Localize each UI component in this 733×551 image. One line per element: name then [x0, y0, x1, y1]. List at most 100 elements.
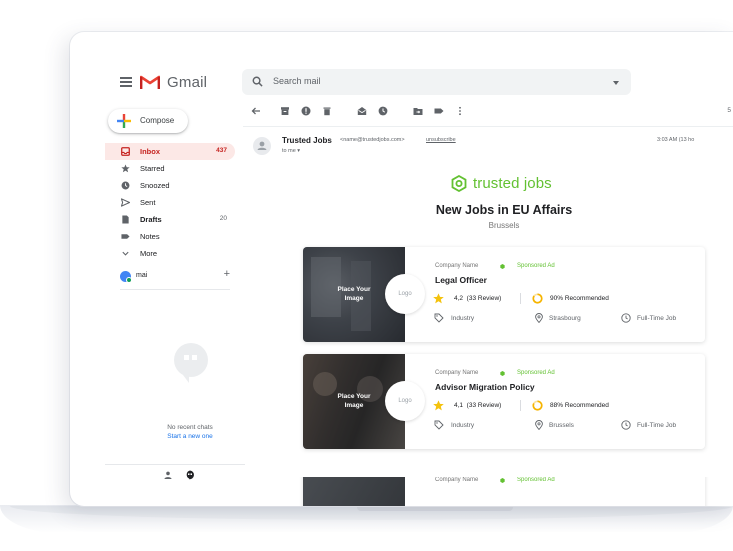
- job-industry: Industry: [451, 315, 475, 322]
- compose-button[interactable]: Compose: [108, 109, 188, 133]
- search-input[interactable]: Search mail: [242, 69, 631, 95]
- sidebar-item-drafts[interactable]: Drafts 20: [105, 211, 235, 228]
- draft-icon: [122, 215, 129, 224]
- more-options-icon[interactable]: [455, 106, 465, 116]
- brand-logo: trusted jobs: [451, 173, 552, 193]
- delete-icon[interactable]: [322, 106, 332, 116]
- sidebar-item-label: Drafts: [140, 215, 162, 224]
- sidebar-item-more[interactable]: More: [105, 245, 235, 262]
- rating-separator: [520, 400, 521, 411]
- compose-plus-icon: [117, 114, 131, 128]
- recommend-ring-icon: [532, 293, 543, 304]
- job-card[interactable]: Place Your Image Logo Company Name Spons…: [303, 247, 705, 342]
- add-contact-icon[interactable]: +: [224, 268, 230, 280]
- sender-avatar: [253, 137, 271, 155]
- newsletter-headline: New Jobs in EU Affairs: [435, 203, 573, 217]
- review-count: (33 Review): [466, 402, 502, 409]
- recommend-rate: 90% Recommended: [550, 295, 609, 302]
- page-indicator: 5: [727, 107, 731, 114]
- job-card[interactable]: Company Name Sponsored Ad: [303, 477, 705, 506]
- sidebar-item-notes[interactable]: Notes: [105, 228, 235, 245]
- send-icon: [121, 198, 130, 207]
- mark-unread-icon[interactable]: [357, 106, 367, 116]
- image-placeholder-text: Place Your: [337, 286, 371, 294]
- job-type: Full-Time Job: [637, 315, 677, 322]
- sidebar-item-label: Starred: [140, 164, 165, 173]
- hangouts-tab-icon[interactable]: [184, 469, 196, 481]
- hexagon-logo-icon: [451, 174, 467, 192]
- contacts-icon[interactable]: [162, 469, 174, 481]
- company-logo: Logo: [385, 381, 425, 421]
- job-rating: 4,2 (33 Review): [454, 295, 501, 302]
- job-industry: Industry: [451, 422, 475, 429]
- sidebar-item-inbox[interactable]: Inbox 437: [105, 143, 235, 160]
- start-chat-link[interactable]: Start a new one: [130, 433, 250, 440]
- clock-icon: [121, 181, 130, 190]
- sidebar-bottom-tabs: [162, 469, 196, 481]
- review-count: (33 Review): [466, 295, 502, 302]
- location-pin-icon: [535, 420, 543, 430]
- label-icon: [121, 234, 130, 239]
- compose-label: Compose: [140, 116, 175, 125]
- rating-star-icon: [433, 400, 444, 411]
- sponsored-dot-icon: [500, 478, 505, 483]
- hangouts-user[interactable]: mai +: [105, 268, 235, 286]
- job-title[interactable]: Advisor Migration Policy: [435, 382, 535, 392]
- search-options-icon[interactable]: [613, 81, 619, 85]
- company-name: Company Name: [435, 370, 479, 376]
- user-name: mai: [136, 272, 148, 279]
- device-notch: [357, 507, 513, 511]
- sidebar-item-starred[interactable]: Starred: [105, 160, 235, 177]
- job-type: Full-Time Job: [637, 422, 677, 429]
- sender-email: <name@trustedjobs.com>: [340, 137, 405, 143]
- inbox-icon: [121, 147, 130, 156]
- hangouts-bubble-icon: [174, 343, 208, 383]
- back-arrow-icon[interactable]: [251, 106, 261, 116]
- labels-icon[interactable]: [434, 106, 444, 116]
- report-spam-icon[interactable]: [301, 106, 311, 116]
- sender-name: Trusted Jobs: [282, 136, 332, 145]
- rating-value: 4,1: [454, 402, 464, 409]
- search-placeholder: Search mail: [273, 76, 321, 86]
- job-city: Strasbourg: [549, 315, 581, 322]
- message-toolbar: 5: [251, 106, 731, 120]
- gmail-logo-icon: [140, 75, 160, 89]
- company-logo: Logo: [385, 274, 425, 314]
- rating-separator: [520, 293, 521, 304]
- recipient-text: to me: [282, 148, 296, 154]
- job-title[interactable]: Legal Officer: [435, 275, 487, 285]
- app-name: Gmail: [167, 74, 208, 91]
- location-pin-icon: [535, 313, 543, 323]
- brand-name: trusted jobs: [473, 174, 552, 192]
- snooze-icon[interactable]: [378, 106, 388, 116]
- inbox-count: 437: [216, 147, 227, 154]
- clock-icon: [621, 420, 631, 430]
- sidebar-divider: [120, 289, 230, 290]
- recipient-details[interactable]: to me ▾: [282, 148, 300, 154]
- job-card-partial-clip: Company Name Sponsored Ad: [243, 477, 733, 506]
- main-menu-icon[interactable]: [120, 77, 132, 87]
- unsubscribe-link[interactable]: unsubscribe: [426, 137, 456, 143]
- sidebar-item-snoozed[interactable]: Snoozed: [105, 177, 235, 194]
- sidebar-item-sent[interactable]: Sent: [105, 194, 235, 211]
- job-rating: 4,1 (33 Review): [454, 402, 501, 409]
- company-name: Company Name: [435, 263, 479, 269]
- tag-icon: [434, 313, 444, 323]
- rating-star-icon: [433, 293, 444, 304]
- move-to-icon[interactable]: [413, 106, 423, 116]
- drafts-count: 20: [219, 215, 227, 222]
- company-name: Company Name: [435, 477, 479, 483]
- newsletter-location: Brussels: [488, 221, 520, 230]
- sidebar-nav: Inbox 437 Starred Snoozed Sent Drafts 20…: [105, 143, 235, 262]
- recommend-ring-icon: [532, 400, 543, 411]
- sidebar-item-label: Notes: [140, 232, 160, 241]
- job-card[interactable]: Place Your Image Logo Company Name Spons…: [303, 354, 705, 449]
- sidebar-item-label: More: [140, 249, 158, 258]
- archive-icon[interactable]: [280, 106, 290, 116]
- job-city: Brussels: [549, 422, 574, 429]
- star-icon: [121, 164, 130, 173]
- sidebar-item-label: Sent: [140, 198, 156, 207]
- image-placeholder-text: Image: [344, 294, 364, 302]
- sponsored-dot-icon: [500, 371, 505, 376]
- clock-icon: [621, 313, 631, 323]
